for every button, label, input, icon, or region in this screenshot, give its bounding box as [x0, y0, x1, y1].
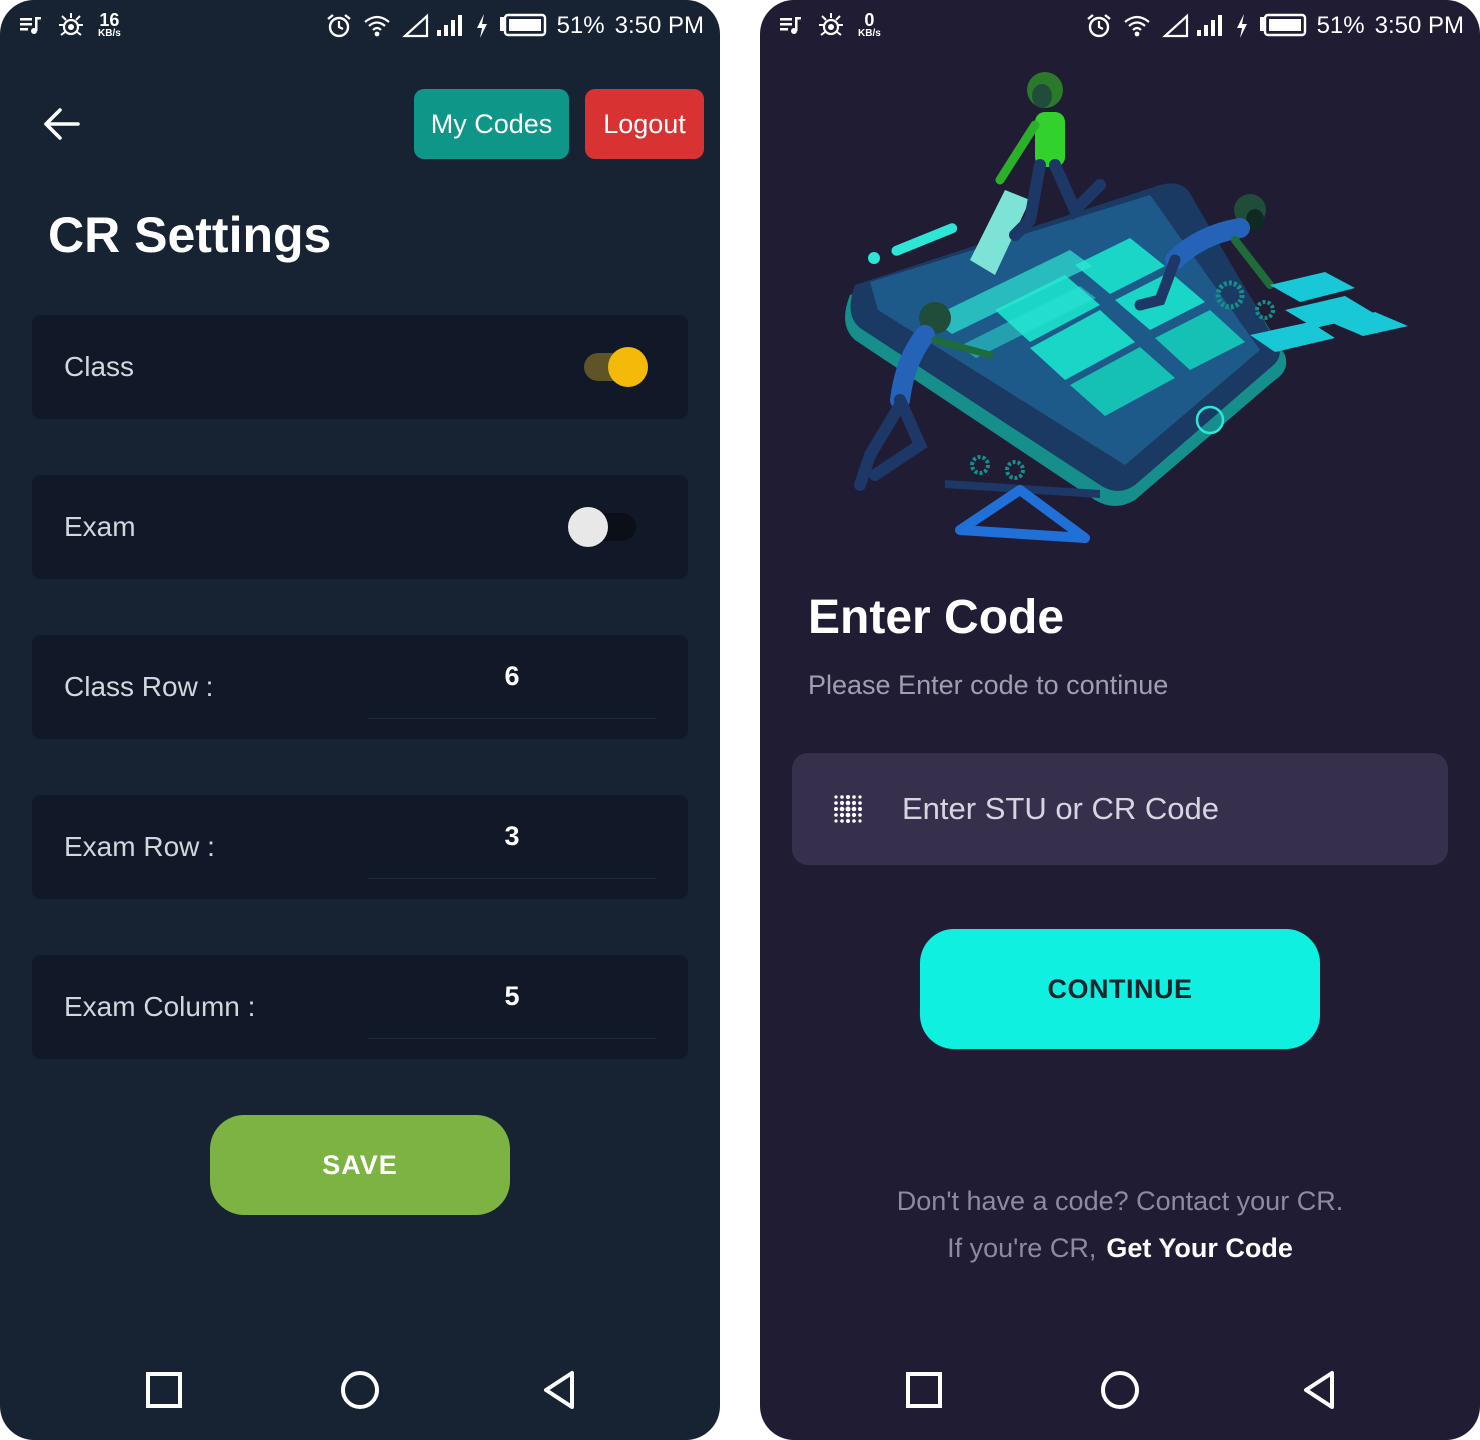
enter-code-screen: 0 KB/s 51% 3:50 PM Enter Code Please Ent…: [760, 0, 1480, 1440]
exam-column-label: Exam Column :: [64, 991, 256, 1022]
class-toggle-label: Class: [64, 351, 135, 382]
battery-icon: [1259, 13, 1306, 37]
music-note-icon: [780, 17, 801, 34]
save-button[interactable]: SAVE: [210, 1115, 510, 1215]
recents-icon[interactable]: [902, 1368, 946, 1412]
class-row-label: Class Row :: [64, 671, 214, 702]
alarm-icon: [326, 14, 351, 38]
signal-icon: [1161, 13, 1222, 38]
exam-toggle-card: Exam: [32, 475, 688, 579]
exam-row-input[interactable]: 3: [368, 795, 656, 879]
recents-icon[interactable]: [142, 1368, 186, 1412]
wifi-icon: [1123, 15, 1150, 37]
back-triangle-icon[interactable]: [538, 1368, 582, 1412]
enter-code-title: Enter Code: [808, 591, 1065, 644]
exam-toggle-switch[interactable]: [568, 507, 636, 547]
my-codes-button[interactable]: My Codes: [414, 89, 569, 159]
network-speed-value: 16: [99, 10, 120, 30]
status-bar: 0 KB/s 51% 3:50 PM: [760, 0, 1480, 52]
charging-icon: [476, 14, 487, 38]
exam-column-input[interactable]: 5: [368, 955, 656, 1039]
class-toggle-card: Class: [32, 315, 688, 419]
status-bar: 16 KB/s 51% 3:50 PM: [0, 0, 720, 52]
code-input[interactable]: [902, 753, 1422, 865]
charging-icon: [1236, 14, 1247, 38]
code-input-container: [792, 753, 1448, 865]
battery-percent: 51%: [1316, 12, 1365, 39]
exam-column-card: Exam Column : 5: [32, 955, 688, 1059]
get-your-code-link[interactable]: Get Your Code: [1106, 1233, 1293, 1263]
home-icon[interactable]: [338, 1368, 382, 1412]
continue-button[interactable]: CONTINUE: [920, 929, 1320, 1049]
battery-percent: 51%: [556, 12, 605, 39]
cr-settings-screen: 16 KB/s 51% 3:50 PM My Codes Logout CR S…: [0, 0, 720, 1440]
bug-icon: [59, 13, 83, 36]
clock: 3:50 PM: [1374, 12, 1464, 39]
wifi-icon: [363, 15, 390, 37]
system-nav-bar: [760, 1340, 1480, 1440]
back-arrow-icon[interactable]: [38, 100, 86, 148]
home-icon[interactable]: [1098, 1368, 1142, 1412]
exam-toggle-knob: [568, 507, 608, 547]
bug-icon: [819, 13, 843, 36]
page-title: CR Settings: [48, 207, 332, 263]
enter-code-subtitle: Please Enter code to continue: [808, 670, 1169, 700]
exam-toggle-label: Exam: [64, 511, 136, 542]
class-toggle-switch[interactable]: [584, 347, 648, 387]
cr-help-line: If you're CR, Get Your Code: [760, 1233, 1480, 1264]
phone-people-illustration: [845, 72, 1408, 543]
network-speed: 16 KB/s: [98, 11, 121, 39]
class-toggle-knob: [608, 347, 648, 387]
keypad-icon: [834, 795, 862, 823]
help-text: Don't have a code? Contact your CR.: [896, 1186, 1344, 1216]
logout-button[interactable]: Logout: [585, 89, 704, 159]
alarm-icon: [1086, 14, 1111, 38]
exam-row-card: Exam Row : 3: [32, 795, 688, 899]
network-speed: 0 KB/s: [858, 11, 881, 39]
class-row-input[interactable]: 6: [368, 635, 656, 719]
network-speed-value: 0: [864, 10, 875, 30]
system-nav-bar: [0, 1340, 720, 1440]
music-note-icon: [20, 17, 41, 34]
network-speed-unit: KB/s: [98, 28, 121, 39]
class-row-card: Class Row : 6: [32, 635, 688, 739]
signal-icon: [401, 13, 462, 38]
cr-prefix-text: If you're CR,: [947, 1233, 1097, 1263]
back-triangle-icon[interactable]: [1298, 1368, 1342, 1412]
battery-icon: [499, 13, 546, 37]
exam-row-label: Exam Row :: [64, 831, 215, 862]
network-speed-unit: KB/s: [858, 28, 881, 39]
clock: 3:50 PM: [614, 12, 704, 39]
